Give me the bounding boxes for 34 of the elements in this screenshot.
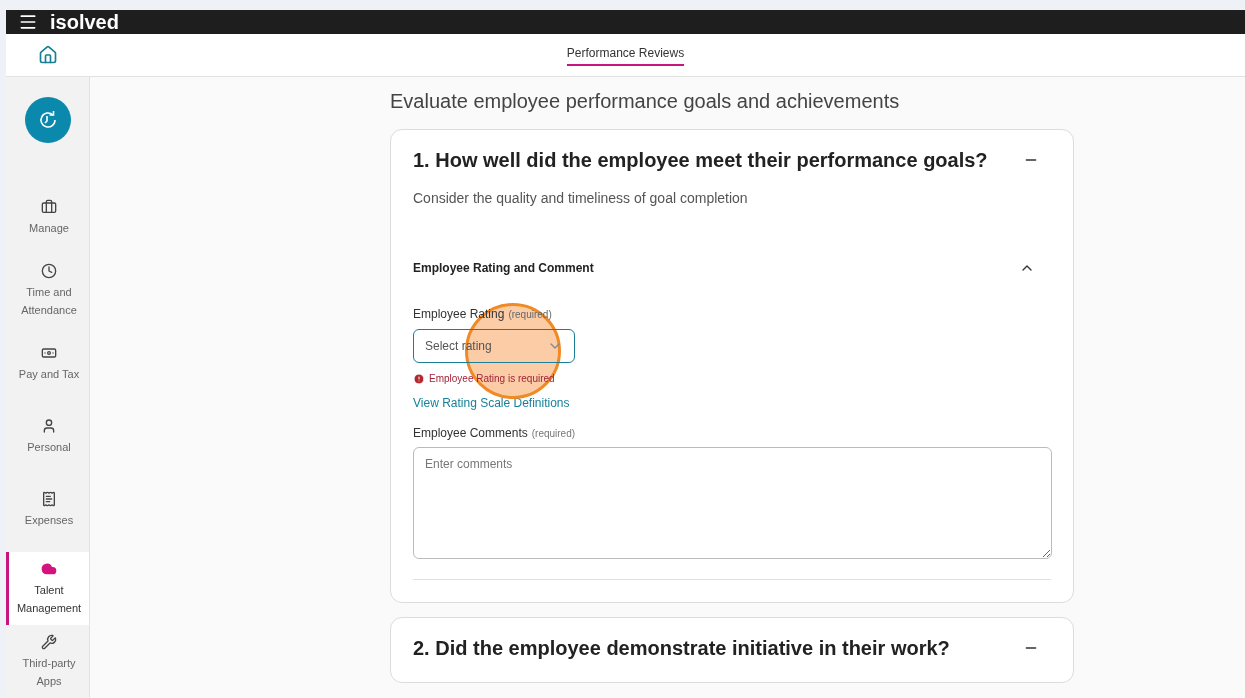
clock-icon: [41, 262, 57, 279]
sidebar-label: Third-party Apps: [21, 655, 77, 689]
error-icon: [413, 372, 425, 385]
sidebar-item[interactable]: Personal: [6, 400, 89, 473]
field-label: Employee Comments: [413, 425, 528, 442]
tools-icon: [41, 633, 57, 650]
sidebar-item[interactable]: Manage: [6, 181, 89, 254]
sidebar-item[interactable]: Talent Management: [6, 552, 89, 625]
sidebar-label: Time and Attendance: [20, 284, 78, 318]
page-heading: Evaluate employee performance goals and achievements: [390, 89, 901, 113]
sidebar-label: Personal: [27, 439, 71, 455]
rating-scale-link[interactable]: View Rating Scale Definitions: [413, 394, 570, 412]
person-icon: [41, 417, 57, 434]
menu-icon[interactable]: [18, 12, 38, 32]
question-title: 1. How well did the employee meet their performance goals?: [413, 148, 988, 172]
sidebar-item[interactable]: Third-party Apps: [6, 625, 89, 698]
sidebar-label: Manage: [29, 220, 69, 236]
tab[interactable]: Performance Reviews: [566, 44, 685, 66]
sidebar-label: Talent Management: [15, 582, 83, 616]
required-hint: (required): [531, 427, 576, 441]
sidebar-item[interactable]: Time and Attendance: [6, 254, 89, 327]
comments-field[interactable]: Enter comments: [413, 447, 1052, 559]
sidebar-item[interactable]: Expenses: [6, 473, 89, 546]
briefcase-icon: [41, 198, 57, 215]
question-title: 2. Did the employee demonstrate initiative in their work?: [413, 636, 950, 660]
logo: isolved: [50, 12, 119, 32]
question-description: Consider the quality and timeliness of goal completion: [413, 189, 749, 208]
avatar[interactable]: [24, 97, 71, 143]
section-title: Employee Rating and Comment: [413, 260, 594, 277]
receipt-icon: [41, 490, 57, 507]
sidebar-label: Pay and Tax: [18, 366, 80, 382]
sidebar-item[interactable]: Pay and Tax: [6, 327, 89, 400]
sidebar-label: Expenses: [24, 512, 74, 528]
home-icon[interactable]: [38, 45, 58, 65]
